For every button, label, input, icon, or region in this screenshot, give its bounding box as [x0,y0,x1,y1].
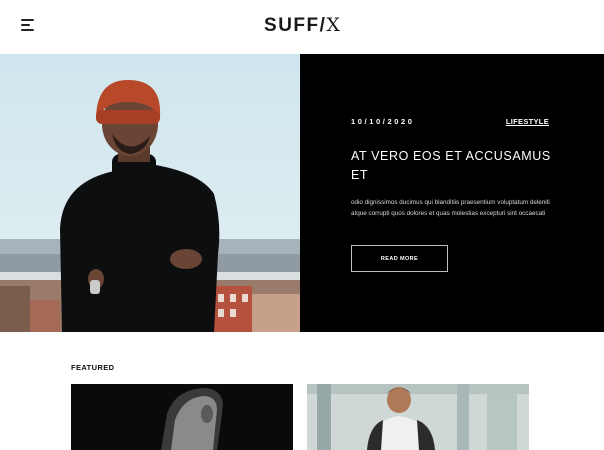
featured-card-1-image [71,384,293,450]
logo-text: SUFF [264,15,320,36]
hero-section: 10/10/2020 LIFESTYLE AT VERO EOS ET ACCU… [0,54,604,332]
featured-heading: FEATURED [71,363,115,372]
featured-card-2[interactable] [307,384,529,450]
article-category-link[interactable]: LIFESTYLE [506,117,549,126]
logo-x: X [326,14,340,36]
article-excerpt: odio dignissimos ducimus qui blanditiis … [351,199,550,217]
hero-portrait-illustration [0,54,300,332]
site-header: SUFF/X [0,0,604,54]
read-more-button[interactable]: READ MORE [351,245,448,272]
article-title[interactable]: AT VERO EOS ET ACCUSAMUS ET [351,147,566,185]
featured-card-2-image [307,384,529,450]
hero-article-panel: 10/10/2020 LIFESTYLE AT VERO EOS ET ACCU… [300,54,604,332]
featured-card-1[interactable] [71,384,293,450]
site-logo[interactable]: SUFF/X [0,14,604,37]
article-date: 10/10/2020 [351,117,415,126]
hero-image[interactable] [0,54,300,332]
